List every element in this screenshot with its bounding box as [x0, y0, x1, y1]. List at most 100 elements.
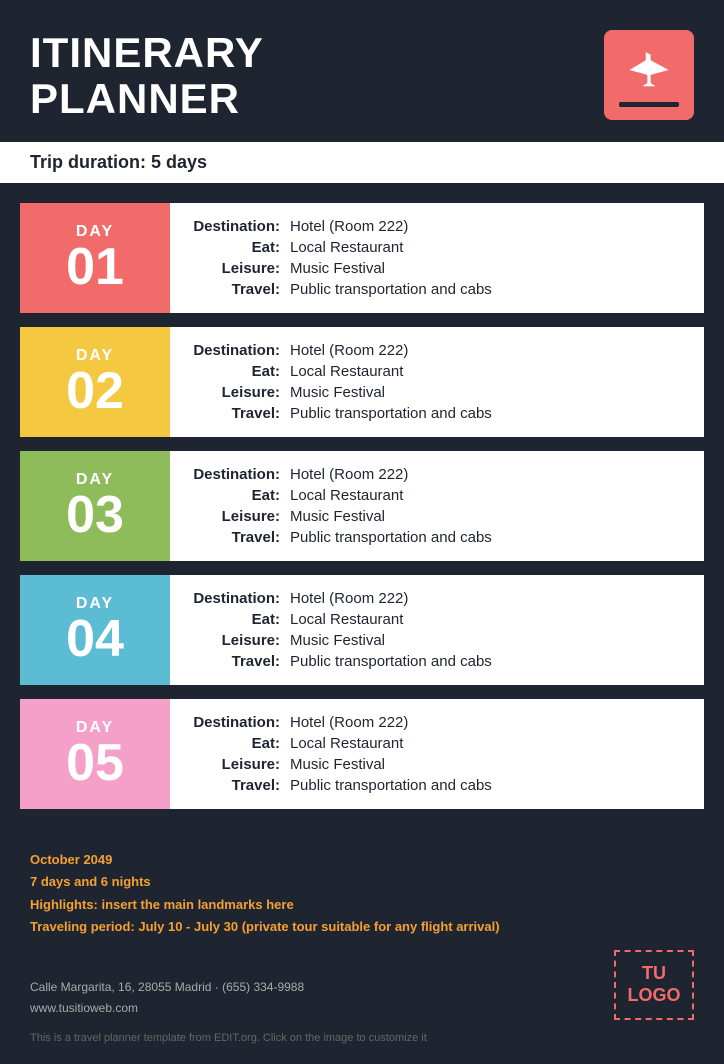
- detail-value: Local Restaurant: [290, 611, 403, 628]
- detail-row: Eat:Local Restaurant: [190, 487, 684, 504]
- detail-row: Travel:Public transportation and cabs: [190, 653, 684, 670]
- detail-value: Local Restaurant: [290, 487, 403, 504]
- day-details-02: Destination:Hotel (Room 222)Eat:Local Re…: [170, 327, 704, 437]
- footer-line1: October 2049: [30, 849, 694, 871]
- detail-value: Music Festival: [290, 756, 385, 773]
- footer: October 2049 7 days and 6 nights Highlig…: [0, 829, 724, 1063]
- app-logo-icon: [604, 30, 694, 120]
- detail-row: Eat:Local Restaurant: [190, 611, 684, 628]
- day-details-05: Destination:Hotel (Room 222)Eat:Local Re…: [170, 699, 704, 809]
- detail-row: Leisure:Music Festival: [190, 756, 684, 773]
- day-row-05: DAY05Destination:Hotel (Room 222)Eat:Loc…: [20, 699, 704, 809]
- detail-label: Destination:: [190, 466, 290, 483]
- detail-label: Leisure:: [190, 384, 290, 401]
- detail-value: Local Restaurant: [290, 363, 403, 380]
- detail-value: Hotel (Room 222): [290, 590, 408, 607]
- detail-label: Destination:: [190, 342, 290, 359]
- detail-value: Public transportation and cabs: [290, 777, 492, 794]
- detail-value: Hotel (Room 222): [290, 714, 408, 731]
- detail-row: Travel:Public transportation and cabs: [190, 777, 684, 794]
- detail-value: Music Festival: [290, 508, 385, 525]
- header: ITINERARY PLANNER: [0, 0, 724, 142]
- detail-label: Leisure:: [190, 632, 290, 649]
- footer-address: Calle Margarita, 16, 28055 Madrid · (655…: [30, 977, 304, 999]
- footer-website: www.tusitioweb.com: [30, 998, 304, 1020]
- day-number: 01: [66, 241, 124, 293]
- detail-value: Hotel (Room 222): [290, 342, 408, 359]
- detail-value: Public transportation and cabs: [290, 405, 492, 422]
- detail-value: Public transportation and cabs: [290, 529, 492, 546]
- day-label-02: DAY02: [20, 327, 170, 437]
- detail-row: Eat:Local Restaurant: [190, 363, 684, 380]
- detail-label: Travel:: [190, 405, 290, 422]
- detail-label: Travel:: [190, 281, 290, 298]
- trip-duration-label: Trip duration: 5 days: [30, 152, 207, 172]
- detail-value: Music Festival: [290, 260, 385, 277]
- day-number: 04: [66, 613, 124, 665]
- day-label-05: DAY05: [20, 699, 170, 809]
- day-row-04: DAY04Destination:Hotel (Room 222)Eat:Loc…: [20, 575, 704, 685]
- detail-value: Music Festival: [290, 384, 385, 401]
- day-details-01: Destination:Hotel (Room 222)Eat:Local Re…: [170, 203, 704, 313]
- days-container: DAY01Destination:Hotel (Room 222)Eat:Loc…: [0, 183, 724, 829]
- day-label-01: DAY01: [20, 203, 170, 313]
- detail-label: Travel:: [190, 777, 290, 794]
- day-number: 02: [66, 365, 124, 417]
- footer-orange-text: October 2049 7 days and 6 nights Highlig…: [30, 849, 694, 937]
- detail-value: Hotel (Room 222): [290, 218, 408, 235]
- footer-contact: Calle Margarita, 16, 28055 Madrid · (655…: [30, 977, 304, 1020]
- detail-value: Local Restaurant: [290, 239, 403, 256]
- detail-row: Destination:Hotel (Room 222): [190, 714, 684, 731]
- detail-label: Eat:: [190, 487, 290, 504]
- detail-label: Destination:: [190, 218, 290, 235]
- detail-row: Travel:Public transportation and cabs: [190, 281, 684, 298]
- day-label-04: DAY04: [20, 575, 170, 685]
- detail-label: Eat:: [190, 735, 290, 752]
- detail-label: Leisure:: [190, 260, 290, 277]
- detail-row: Leisure:Music Festival: [190, 508, 684, 525]
- day-row-03: DAY03Destination:Hotel (Room 222)Eat:Loc…: [20, 451, 704, 561]
- day-details-03: Destination:Hotel (Room 222)Eat:Local Re…: [170, 451, 704, 561]
- detail-label: Travel:: [190, 653, 290, 670]
- detail-label: Leisure:: [190, 756, 290, 773]
- day-details-04: Destination:Hotel (Room 222)Eat:Local Re…: [170, 575, 704, 685]
- detail-row: Eat:Local Restaurant: [190, 239, 684, 256]
- footer-credit: This is a travel planner template from E…: [30, 1032, 694, 1054]
- day-label-03: DAY03: [20, 451, 170, 561]
- detail-label: Eat:: [190, 239, 290, 256]
- day-number: 05: [66, 737, 124, 789]
- detail-row: Leisure:Music Festival: [190, 260, 684, 277]
- detail-value: Local Restaurant: [290, 735, 403, 752]
- detail-label: Eat:: [190, 611, 290, 628]
- footer-line4: Traveling period: July 10 - July 30 (pri…: [30, 916, 694, 938]
- tu-logo-placeholder: TULOGO: [614, 950, 694, 1020]
- footer-line2: 7 days and 6 nights: [30, 871, 694, 893]
- detail-row: Eat:Local Restaurant: [190, 735, 684, 752]
- detail-label: Travel:: [190, 529, 290, 546]
- book-decoration: [619, 102, 679, 107]
- detail-row: Leisure:Music Festival: [190, 632, 684, 649]
- page-title: ITINERARY PLANNER: [30, 30, 264, 122]
- detail-label: Destination:: [190, 590, 290, 607]
- detail-row: Travel:Public transportation and cabs: [190, 405, 684, 422]
- day-row-02: DAY02Destination:Hotel (Room 222)Eat:Loc…: [20, 327, 704, 437]
- day-row-01: DAY01Destination:Hotel (Room 222)Eat:Loc…: [20, 203, 704, 313]
- detail-row: Leisure:Music Festival: [190, 384, 684, 401]
- detail-row: Destination:Hotel (Room 222): [190, 590, 684, 607]
- detail-label: Leisure:: [190, 508, 290, 525]
- detail-value: Public transportation and cabs: [290, 653, 492, 670]
- detail-row: Destination:Hotel (Room 222): [190, 342, 684, 359]
- detail-value: Public transportation and cabs: [290, 281, 492, 298]
- footer-bottom: Calle Margarita, 16, 28055 Madrid · (655…: [30, 950, 694, 1020]
- detail-value: Music Festival: [290, 632, 385, 649]
- detail-value: Hotel (Room 222): [290, 466, 408, 483]
- detail-row: Destination:Hotel (Room 222): [190, 218, 684, 235]
- footer-line3: Highlights: insert the main landmarks he…: [30, 894, 694, 916]
- detail-label: Eat:: [190, 363, 290, 380]
- detail-row: Destination:Hotel (Room 222): [190, 466, 684, 483]
- title-block: ITINERARY PLANNER: [30, 30, 264, 122]
- detail-row: Travel:Public transportation and cabs: [190, 529, 684, 546]
- day-number: 03: [66, 489, 124, 541]
- plane-icon: [623, 44, 675, 96]
- detail-label: Destination:: [190, 714, 290, 731]
